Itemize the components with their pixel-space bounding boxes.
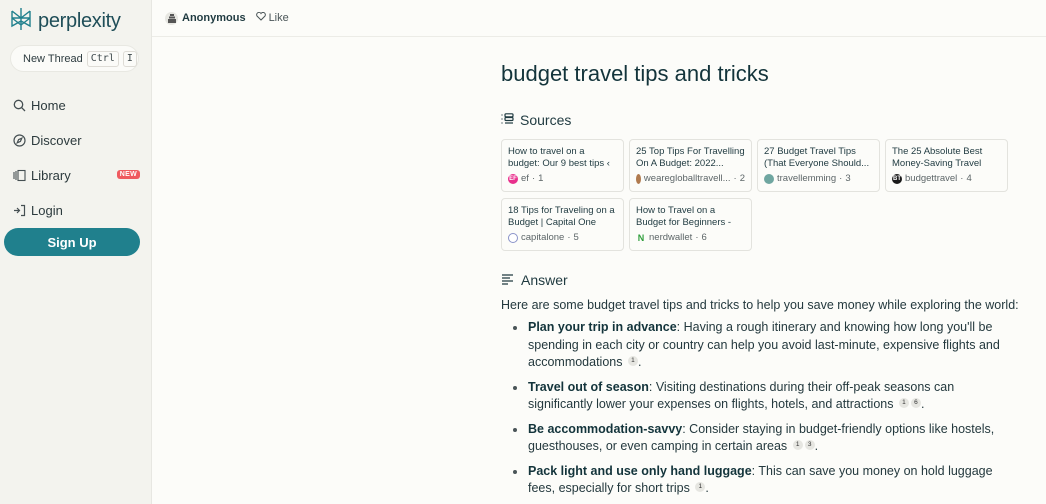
source-index: 4 <box>966 173 972 184</box>
like-label: Like <box>268 12 289 24</box>
source-index: 1 <box>538 173 544 184</box>
source-meta: wearegloballtravell... · 2 <box>636 173 745 184</box>
source-meta: N nerdwallet · 6 <box>636 232 745 243</box>
capitalone-favicon-icon <box>508 232 518 243</box>
source-index: 6 <box>701 232 707 243</box>
answer-item: Be accommodation-savvy: Consider staying… <box>501 421 1021 456</box>
citation[interactable]: 1 <box>695 481 706 492</box>
source-title: How to Travel on a Budget for Beginners … <box>636 205 732 228</box>
search-icon <box>12 99 26 113</box>
source-site: travellemming <box>777 173 837 184</box>
source-title: How to travel on a budget: Our 9 best ti… <box>508 146 610 169</box>
answer-icon <box>501 272 515 288</box>
main-content: Anonymous Like budget travel tips and tr… <box>151 0 1046 504</box>
source-title: 18 Tips for Traveling on a Budget | Capi… <box>508 205 615 228</box>
sources-heading-label: Sources <box>520 112 572 128</box>
source-meta: travellemming · 3 <box>764 173 873 184</box>
heart-icon <box>255 11 266 24</box>
perplexity-logo-icon <box>10 7 32 36</box>
login-icon <box>12 204 26 218</box>
tip-title: Travel out of season <box>528 379 649 394</box>
source-card[interactable]: 18 Tips for Traveling on a Budget | Capi… <box>501 198 624 251</box>
source-title: 25 Top Tips For Travelling On A Budget: … <box>636 146 745 169</box>
source-separator: · <box>567 232 571 243</box>
source-card[interactable]: The 25 Absolute Best Money-Saving Travel… <box>885 139 1008 192</box>
sidebar-item-label: Login <box>31 203 63 218</box>
compass-icon <box>12 134 26 148</box>
source-card[interactable]: 27 Budget Travel Tips (That Everyone Sho… <box>757 139 880 192</box>
user-info[interactable]: Anonymous <box>165 11 246 25</box>
sources-icon <box>501 112 514 128</box>
query-title: budget travel tips and tricks <box>501 61 769 86</box>
answer-intro: Here are some budget travel tips and tri… <box>501 298 1019 312</box>
answer-item: Travel out of season: Visiting destinati… <box>501 379 1021 414</box>
sidebar-item-discover[interactable]: Discover <box>12 123 142 158</box>
nerdwallet-favicon-icon: N <box>637 232 645 243</box>
source-separator: · <box>695 232 699 243</box>
new-badge: NEW <box>116 170 140 179</box>
answer-list: Plan your trip in advance: Having a roug… <box>501 319 1021 498</box>
citation[interactable]: 6 <box>910 397 921 408</box>
source-title: The 25 Absolute Best Money-Saving Travel… <box>892 146 983 169</box>
new-thread-label: New Thread <box>23 52 83 65</box>
answer-item: Plan your trip in advance: Having a roug… <box>501 319 1021 372</box>
travellemming-favicon-icon <box>764 173 774 184</box>
tip-title: Pack light and use only hand luggage <box>528 463 752 478</box>
source-meta: capitalone · 5 <box>508 232 617 243</box>
shortcut-key-ctrl: Ctrl <box>86 50 119 67</box>
sidebar-item-library[interactable]: Library NEW <box>12 158 142 193</box>
source-separator: · <box>531 173 536 184</box>
sidebar-nav: Home Discover Library NEW Login <box>12 88 142 228</box>
answer-heading-label: Answer <box>521 272 568 288</box>
library-icon <box>12 169 26 183</box>
source-separator: · <box>839 173 843 184</box>
source-meta: BT budgettravel · 4 <box>892 173 1001 184</box>
sources-grid: How to travel on a budget: Our 9 best ti… <box>501 139 1021 251</box>
answer-heading: Answer <box>501 272 1021 288</box>
source-meta: EF ef · 1 <box>508 173 617 184</box>
sources-heading: Sources <box>501 112 1021 128</box>
sidebar-item-label: Library <box>31 168 71 183</box>
sidebar: perplexity New Thread Ctrl I Home Discov… <box>0 0 151 504</box>
source-site: capitalone <box>521 232 565 243</box>
sidebar-item-label: Discover <box>31 133 82 148</box>
like-button[interactable]: Like <box>255 11 289 24</box>
logo[interactable]: perplexity <box>10 7 121 36</box>
answer-item: Pack light and use only hand luggage: Th… <box>501 463 1021 498</box>
thread-content: budget travel tips and tricks Sources Ho… <box>501 37 1021 504</box>
source-card[interactable]: How to Travel on a Budget for Beginners … <box>629 198 752 251</box>
source-site: nerdwallet <box>649 232 693 243</box>
source-separator: · <box>960 173 964 184</box>
citation[interactable]: 1 <box>792 439 803 450</box>
username: Anonymous <box>182 12 246 24</box>
source-site: budgettravel <box>905 173 958 184</box>
citation[interactable]: 3 <box>804 439 815 450</box>
sign-up-button[interactable]: Sign Up <box>4 228 140 256</box>
source-index: 2 <box>739 173 745 184</box>
globe-favicon-icon <box>636 173 641 184</box>
anonymous-avatar-icon <box>165 11 178 25</box>
shortcut-key-i: I <box>122 50 137 67</box>
source-index: 5 <box>573 232 579 243</box>
logo-text: perplexity <box>38 10 121 32</box>
tip-title: Plan your trip in advance <box>528 320 677 334</box>
source-separator: · <box>733 173 737 184</box>
citation[interactable]: 1 <box>627 355 638 366</box>
source-site: ef <box>521 173 529 184</box>
source-index: 3 <box>845 173 851 184</box>
tip-title: Be accommodation-savvy <box>528 421 683 436</box>
citation[interactable]: 1 <box>898 397 909 408</box>
budgettravel-favicon-icon: BT <box>892 173 902 184</box>
sidebar-item-login[interactable]: Login <box>12 193 142 228</box>
source-title: 27 Budget Travel Tips (That Everyone Sho… <box>764 146 870 169</box>
sidebar-item-label: Home <box>31 98 66 113</box>
source-card[interactable]: 25 Top Tips For Travelling On A Budget: … <box>629 139 752 192</box>
new-thread-button[interactable]: New Thread Ctrl I <box>10 45 139 72</box>
source-site: wearegloballtravell... <box>643 173 731 184</box>
ef-favicon-icon: EF <box>508 173 518 184</box>
sidebar-item-home[interactable]: Home <box>12 88 142 123</box>
source-card[interactable]: How to travel on a budget: Our 9 best ti… <box>501 139 624 192</box>
top-bar: Anonymous Like <box>152 0 1046 37</box>
